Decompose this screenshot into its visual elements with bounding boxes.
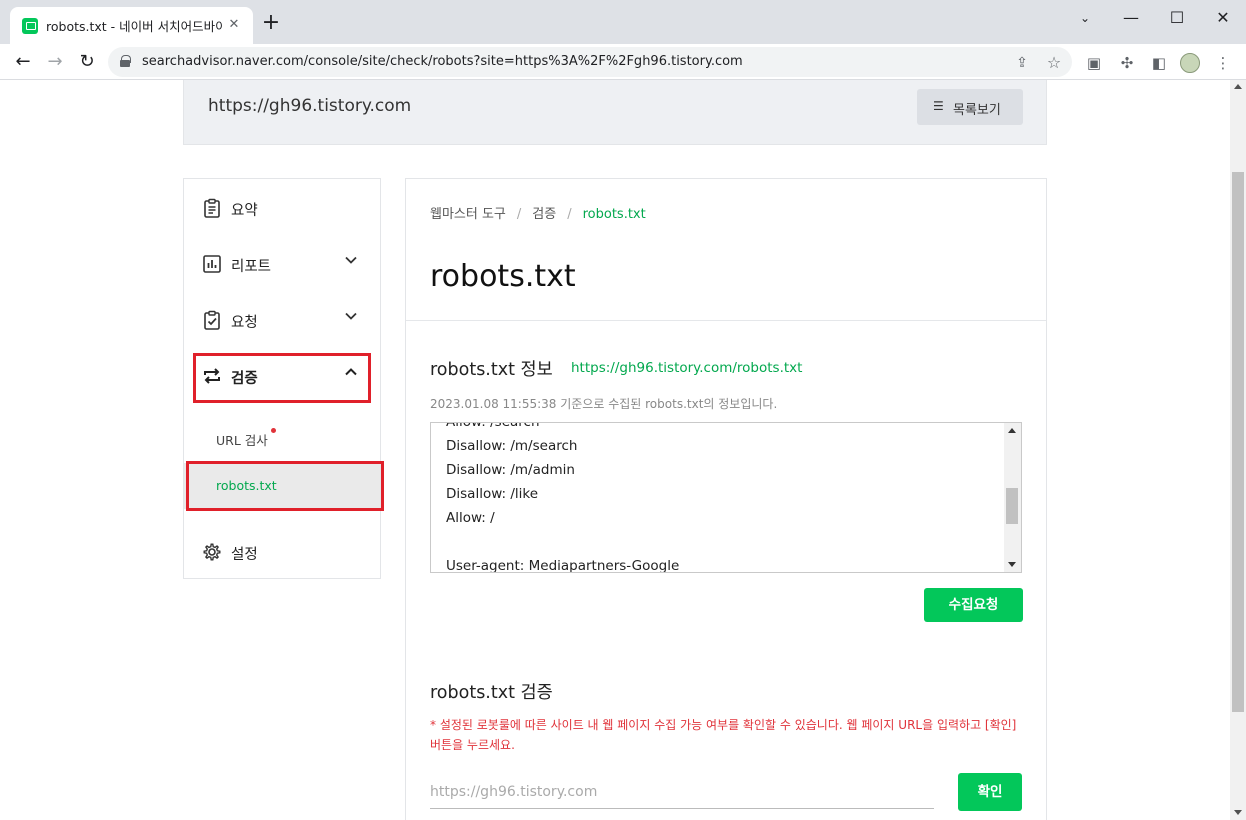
- highlight-box-verify: [193, 353, 371, 403]
- robots-content-box[interactable]: Allow: /search Disallow: /m/search Disal…: [430, 422, 1022, 573]
- scroll-up-arrow-icon[interactable]: [1008, 428, 1016, 433]
- list-icon: ☰: [933, 99, 944, 113]
- gear-icon: [203, 543, 221, 561]
- page-viewport: https://gh96.tistory.com ☰ 목록보기 요약 리포트 요…: [0, 80, 1230, 820]
- bookmark-star-icon[interactable]: ☆: [1044, 53, 1064, 73]
- robots-line: Disallow: /like: [446, 486, 539, 502]
- address-bar[interactable]: searchadvisor.naver.com/console/site/che…: [108, 47, 1072, 77]
- robots-line: Allow: /: [446, 510, 495, 526]
- robots-box-scrollbar[interactable]: [1004, 423, 1021, 572]
- clipboard-icon: [204, 198, 220, 218]
- tab-title: robots.txt - 네이버 서치어드바이저: [46, 19, 222, 34]
- address-url[interactable]: searchadvisor.naver.com/console/site/che…: [142, 54, 743, 69]
- sidebar-item-label: 요청: [231, 315, 258, 331]
- clipboard-check-icon: [204, 310, 220, 330]
- verify-url-input[interactable]: [430, 775, 934, 809]
- collected-date-text: 2023.01.08 11:55:38 기준으로 수집된 robots.txt의…: [430, 397, 778, 411]
- confirm-button[interactable]: 확인: [958, 773, 1022, 811]
- browser-toolbar: ← → ↻ searchadvisor.naver.com/console/si…: [0, 44, 1246, 80]
- sidebar-item-label: 요약: [231, 203, 258, 219]
- forward-button[interactable]: →: [42, 49, 68, 75]
- breadcrumb-item-webmaster[interactable]: 웹마스터 도구: [430, 203, 506, 222]
- list-view-label: 목록보기: [953, 103, 1001, 118]
- sidebar-subitem-url-inspect[interactable]: URL 검사: [184, 415, 380, 461]
- browser-tab[interactable]: robots.txt - 네이버 서치어드바이저 ✕: [10, 7, 253, 44]
- robots-line: User-agent: Mediapartners-Google: [446, 558, 680, 573]
- sidebar-subitem-label: URL 검사: [216, 433, 268, 448]
- robots-txt-link[interactable]: https://gh96.tistory.com/robots.txt: [571, 360, 802, 376]
- main-panel: 웹마스터 도구 / 검증 / robots.txt robots.txt robots.…: [405, 178, 1047, 820]
- sidebar-item-report[interactable]: 리포트: [184, 239, 380, 287]
- breadcrumb-separator: /: [516, 207, 522, 222]
- page-title: robots.txt: [430, 259, 576, 294]
- tab-search-icon[interactable]: ⌄: [1062, 4, 1108, 32]
- sidebar-item-settings[interactable]: 설정: [184, 527, 380, 575]
- breadcrumb-item-verify[interactable]: 검증: [532, 203, 556, 222]
- list-view-button[interactable]: ☰ 목록보기: [917, 89, 1023, 125]
- reload-button[interactable]: ↻: [74, 49, 100, 75]
- tab-close-icon[interactable]: ✕: [225, 16, 243, 34]
- sidebar-item-label: 리포트: [231, 259, 272, 275]
- side-panel-icon[interactable]: ◧: [1149, 53, 1169, 73]
- close-window-button[interactable]: ✕: [1200, 4, 1246, 32]
- maximize-button[interactable]: ☐: [1154, 4, 1200, 32]
- share-icon[interactable]: ⇪: [1012, 53, 1032, 73]
- chart-icon: [203, 255, 221, 273]
- robots-info-title: robots.txt 정보: [430, 360, 553, 380]
- new-tab-button[interactable]: +: [260, 12, 282, 35]
- verify-note: * 설정된 로봇룰에 따른 사이트 내 웹 페이지 수집 가능 여부를 확인할 …: [430, 718, 1017, 752]
- notification-dot: [271, 428, 276, 433]
- divider: [406, 320, 1046, 321]
- scroll-thumb[interactable]: [1006, 488, 1018, 524]
- breadcrumb-separator: /: [567, 207, 572, 222]
- robots-line: Disallow: /m/admin: [446, 462, 575, 478]
- breadcrumb-item-current: robots.txt: [582, 207, 646, 222]
- browser-tabstrip: robots.txt - 네이버 서치어드바이저 ✕ + ⌄ — ☐ ✕: [0, 0, 1246, 44]
- media-control-icon[interactable]: ▣: [1084, 53, 1104, 73]
- browser-menu-icon[interactable]: ⋮: [1213, 53, 1233, 73]
- extensions-icon[interactable]: ✣: [1117, 53, 1137, 73]
- breadcrumb: 웹마스터 도구 / 검증 / robots.txt: [430, 203, 646, 222]
- sidebar-item-request[interactable]: 요청: [184, 295, 380, 343]
- robots-line: [446, 530, 1001, 554]
- robots-verify-title: robots.txt 검증: [430, 683, 553, 703]
- sidebar-item-label: 설정: [231, 547, 258, 563]
- site-url: https://gh96.tistory.com: [208, 96, 412, 116]
- highlight-box-robots: [186, 461, 384, 511]
- page-scroll-thumb[interactable]: [1232, 172, 1244, 712]
- site-header: https://gh96.tistory.com ☰ 목록보기: [183, 80, 1047, 145]
- chevron-down-icon[interactable]: [344, 309, 358, 323]
- chevron-down-icon[interactable]: [344, 253, 358, 267]
- back-button[interactable]: ←: [10, 49, 36, 75]
- page-scrollbar[interactable]: [1230, 80, 1246, 820]
- minimize-button[interactable]: —: [1108, 4, 1154, 32]
- robots-content-lines: Allow: /search Disallow: /m/search Disal…: [446, 422, 1001, 573]
- scroll-down-arrow-icon[interactable]: [1234, 810, 1242, 815]
- scroll-down-arrow-icon[interactable]: [1008, 562, 1016, 567]
- sidebar-item-summary[interactable]: 요약: [184, 183, 380, 231]
- lock-icon[interactable]: [120, 55, 131, 67]
- robots-line: Disallow: /m/search: [446, 438, 578, 454]
- collect-request-button[interactable]: 수집요청: [924, 588, 1023, 622]
- profile-avatar[interactable]: [1180, 53, 1200, 73]
- scroll-up-arrow-icon[interactable]: [1234, 84, 1242, 89]
- naver-favicon-icon: [22, 18, 38, 34]
- robots-line: Allow: /search: [446, 422, 540, 430]
